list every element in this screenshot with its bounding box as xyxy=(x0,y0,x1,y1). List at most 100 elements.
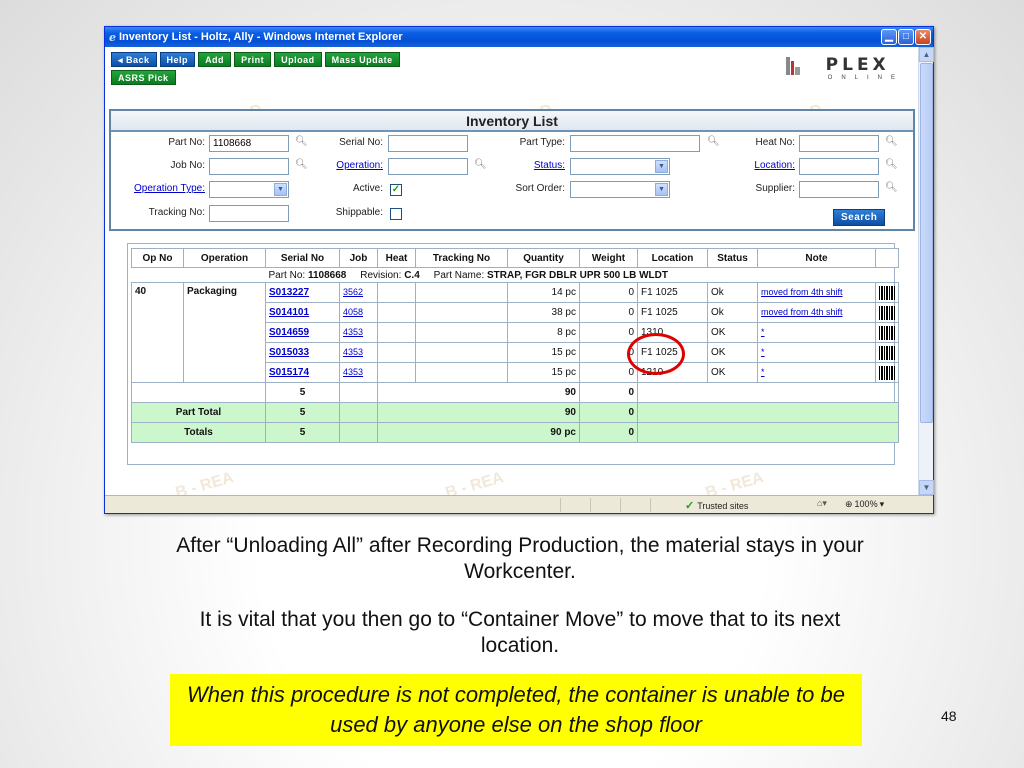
serial-link[interactable]: S013227 xyxy=(269,287,309,298)
caption-1: After “Unloading All” after Recording Pr… xyxy=(176,534,864,583)
add-button[interactable]: Add xyxy=(198,52,232,67)
status-cell: Ok xyxy=(707,302,758,323)
window-titlebar[interactable]: e Inventory List - Holtz, Ally - Windows… xyxy=(105,27,933,47)
job-link[interactable]: 4353 xyxy=(343,367,363,377)
search-button[interactable]: Search xyxy=(833,209,886,226)
note-link[interactable]: * xyxy=(761,327,765,337)
table-row: 40 Packaging S013227 3562 14 pc 0 F1 102… xyxy=(131,282,899,383)
note-link[interactable]: * xyxy=(761,367,765,377)
barcode-icon[interactable] xyxy=(879,285,895,300)
scroll-down-icon[interactable]: ▼ xyxy=(919,480,934,495)
zoom-level: 100% xyxy=(854,499,878,509)
binoculars-icon[interactable]: 🔍︎ xyxy=(885,182,898,193)
barcode-icon[interactable] xyxy=(879,305,895,320)
operation-link[interactable]: Operation: xyxy=(301,160,383,171)
status-bar: ✓ Trusted sites ⌂▾ ⊕ 100% ▾ xyxy=(105,495,933,513)
supplier-input[interactable] xyxy=(799,181,879,198)
watermark-icon: B - REA xyxy=(173,469,236,495)
status-pane xyxy=(650,497,680,512)
tracking-no-label: Tracking No: xyxy=(148,207,205,218)
serial-no-input[interactable] xyxy=(388,135,468,152)
status-link[interactable]: Status: xyxy=(481,160,565,171)
job-link[interactable]: 4353 xyxy=(343,347,363,357)
binoculars-icon[interactable]: 🔍︎ xyxy=(885,159,898,170)
part-no-input[interactable] xyxy=(209,135,289,152)
mass-update-button[interactable]: Mass Update xyxy=(324,52,400,67)
column-header: Job xyxy=(339,248,378,268)
zoom-control[interactable]: ⊕ 100% ▾ xyxy=(845,499,884,510)
serial-link[interactable]: S015033 xyxy=(269,347,309,358)
maximize-icon[interactable]: □ xyxy=(898,29,914,45)
search-panel: Inventory List Part No: 🔍︎ Serial No: Pa… xyxy=(109,109,915,231)
results-table: Op No Operation Serial No Job Heat Track… xyxy=(131,248,899,443)
asrs-pick-button[interactable]: ASRS Pick xyxy=(111,70,176,85)
upload-button[interactable]: Upload xyxy=(274,52,322,67)
barcode-icon[interactable] xyxy=(879,325,895,340)
part-total-qty: 90 xyxy=(377,402,580,423)
column-header: Op No xyxy=(131,248,184,268)
status-cell: OK xyxy=(707,342,758,363)
totals-label: Totals xyxy=(131,422,266,443)
protected-mode-icon[interactable]: ⌂▾ xyxy=(817,498,827,509)
ie-icon: e xyxy=(109,30,116,44)
status-select[interactable]: ▼ xyxy=(570,158,670,175)
note-link[interactable]: * xyxy=(761,347,765,357)
location-link[interactable]: Location: xyxy=(721,160,795,171)
active-checkbox[interactable]: ✓ xyxy=(390,184,402,196)
part-name-value: STRAP, FGR DBLR UPR 500 LB WLDT xyxy=(487,269,668,281)
op-no-cell: 40 xyxy=(131,282,184,383)
page-number: 48 xyxy=(941,708,957,724)
weight-cell: 0 xyxy=(579,322,638,343)
print-button[interactable]: Print xyxy=(234,52,272,67)
note-link[interactable]: moved from 4th shift xyxy=(761,307,843,317)
dropdown-arrow-icon: ▼ xyxy=(655,183,668,196)
security-zone[interactable]: ✓ Trusted sites xyxy=(685,499,748,512)
serial-link[interactable]: S015174 xyxy=(269,367,309,378)
barcode-icon[interactable] xyxy=(879,345,895,360)
help-button[interactable]: Help xyxy=(159,52,196,67)
part-no-value: 1108668 xyxy=(307,269,347,281)
part-total-label: Part Total xyxy=(131,402,266,423)
operation-type-link[interactable]: Operation Type: xyxy=(121,183,205,194)
dropdown-arrow-icon: ▼ xyxy=(274,183,287,196)
close-icon[interactable]: ✕ xyxy=(915,29,931,45)
back-button[interactable]: ◂ Back xyxy=(111,52,157,67)
note-link[interactable]: moved from 4th shift xyxy=(761,287,843,297)
location-input[interactable] xyxy=(799,158,879,175)
job-link[interactable]: 4058 xyxy=(343,307,363,317)
job-link[interactable]: 4353 xyxy=(343,327,363,337)
minimize-icon[interactable]: ▁ xyxy=(881,29,897,45)
binoculars-icon[interactable]: 🔍︎ xyxy=(885,136,898,147)
tracking-no-input[interactable] xyxy=(209,205,289,222)
operation-type-select[interactable]: ▼ xyxy=(209,181,289,198)
barcode-icon[interactable] xyxy=(879,365,895,380)
part-type-label: Part Type: xyxy=(519,137,565,148)
job-no-input[interactable] xyxy=(209,158,289,175)
serial-link[interactable]: S014659 xyxy=(269,327,309,338)
revision-value: C.4 xyxy=(404,269,420,281)
job-link[interactable]: 3562 xyxy=(343,287,363,297)
shippable-checkbox[interactable] xyxy=(390,208,402,220)
serial-no-label: Serial No: xyxy=(339,137,383,148)
heat-no-label: Heat No: xyxy=(755,137,795,148)
operation-input[interactable] xyxy=(388,158,468,175)
part-total-count: 5 xyxy=(265,402,340,423)
part-no-label: Part No: xyxy=(168,137,205,148)
quantity-cell: 15 pc xyxy=(507,362,580,383)
revision-label: Revision: xyxy=(360,269,402,281)
column-header: Tracking No xyxy=(415,248,508,268)
scroll-up-icon[interactable]: ▲ xyxy=(919,47,934,62)
location-cell: F1 1025 xyxy=(637,302,708,323)
column-header: Note xyxy=(757,248,876,268)
status-pane xyxy=(590,497,620,512)
column-header: Serial No xyxy=(265,248,340,268)
binoculars-icon[interactable]: 🔍︎ xyxy=(707,136,720,147)
status-cell: OK xyxy=(707,362,758,383)
heat-no-input[interactable] xyxy=(799,135,879,152)
serial-link[interactable]: S014101 xyxy=(269,307,309,318)
scroll-thumb[interactable] xyxy=(920,63,933,423)
operation-cell: Packaging xyxy=(183,282,266,383)
part-type-input[interactable] xyxy=(570,135,700,152)
vertical-scrollbar[interactable]: ▲ ▼ xyxy=(918,47,934,495)
sort-order-select[interactable]: ▼ xyxy=(570,181,670,198)
